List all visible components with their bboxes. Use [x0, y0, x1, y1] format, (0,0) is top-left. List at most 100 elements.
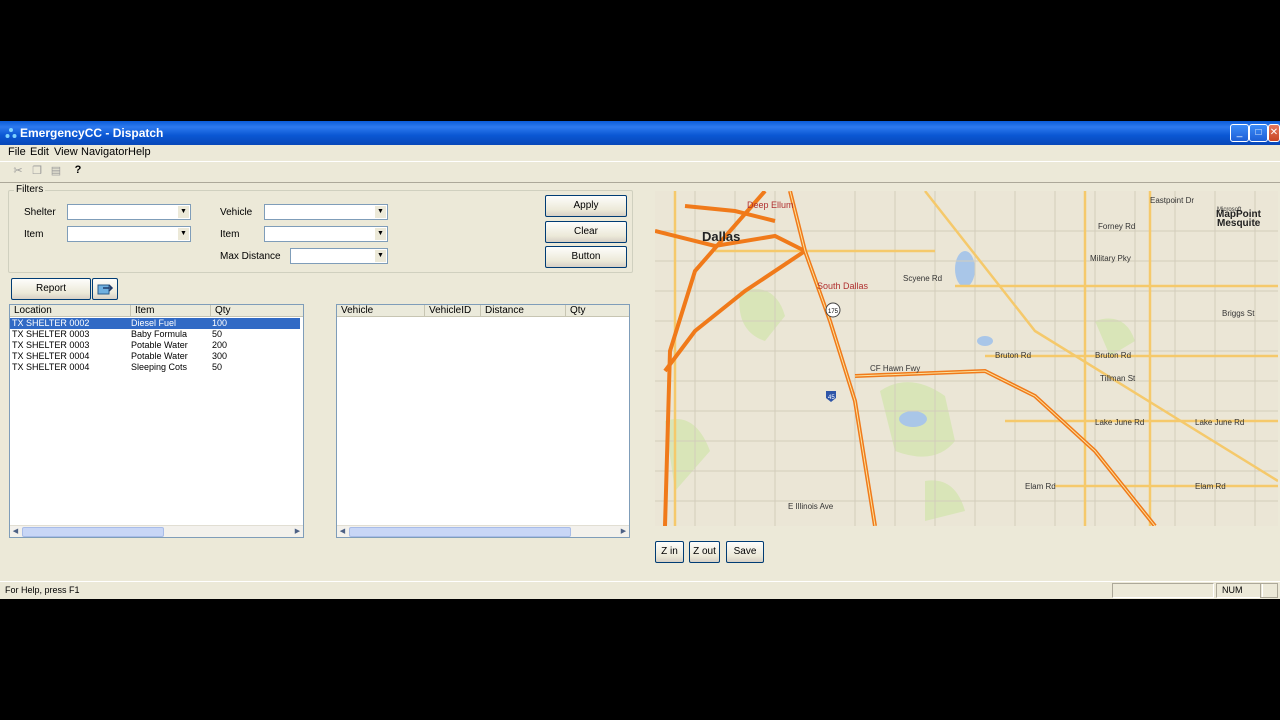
chevron-down-icon[interactable]: ▼ — [178, 228, 189, 240]
map-label-elam: Elam Rd — [1025, 482, 1056, 491]
column-header-distance[interactable]: Distance — [481, 305, 566, 317]
clear-button[interactable]: Clear — [545, 221, 627, 243]
app-window: EmergencyCC - Dispatch _ □ ✕ File Edit V… — [0, 121, 1280, 599]
svg-text:45: 45 — [828, 395, 835, 401]
vehicle-label: Vehicle — [220, 207, 253, 218]
map-label-bruton-2: Bruton Rd — [1095, 351, 1131, 360]
report-button[interactable]: Report — [11, 278, 91, 300]
chevron-down-icon[interactable]: ▼ — [375, 206, 386, 218]
export-icon[interactable] — [92, 278, 118, 300]
vehicle-item-label: Item — [220, 229, 240, 240]
map-label-bruton: Bruton Rd — [995, 351, 1031, 360]
table-row[interactable]: TX SHELTER 0002 Diesel Fuel 100 — [10, 318, 300, 329]
row-qty: 100 — [212, 318, 228, 328]
menu-edit[interactable]: Edit — [30, 146, 49, 158]
close-button[interactable]: ✕ — [1268, 124, 1280, 142]
copy-icon[interactable]: ❐ — [29, 164, 45, 178]
scroll-left-icon[interactable]: ◀ — [10, 526, 21, 537]
max-distance-combo[interactable]: ▼ — [290, 248, 388, 264]
vehicle-combo[interactable]: ▼ — [264, 204, 388, 220]
column-header-qty[interactable]: Qty — [211, 305, 303, 317]
table-row[interactable]: TX SHELTER 0003 Potable Water 200 — [10, 340, 300, 351]
chevron-down-icon[interactable]: ▼ — [178, 206, 189, 218]
shelter-combo[interactable]: ▼ — [67, 204, 191, 220]
menu-view[interactable]: View — [54, 146, 78, 158]
apply-button[interactable]: Apply — [545, 195, 627, 217]
table-row[interactable]: TX SHELTER 0003 Baby Formula 50 — [10, 329, 300, 340]
save-button[interactable]: Save — [726, 541, 764, 563]
map-label-deep-ellum: Deep Ellum — [747, 200, 794, 210]
horizontal-scrollbar[interactable]: ◀ ▶ — [10, 525, 303, 537]
highway-shield: 175 — [825, 302, 841, 318]
app-icon — [5, 127, 17, 139]
map-label-scyene: Scyene Rd — [903, 274, 942, 283]
row-location: TX SHELTER 0003 — [12, 340, 90, 350]
table-row[interactable]: TX SHELTER 0004 Potable Water 300 — [10, 351, 300, 362]
row-item: Potable Water — [131, 351, 188, 361]
status-pane-caps — [1260, 583, 1278, 598]
scroll-thumb[interactable] — [22, 527, 164, 537]
vehicle-item-combo[interactable]: ▼ — [264, 226, 388, 242]
zoom-out-button[interactable]: Z out — [689, 541, 720, 563]
status-pane — [1112, 583, 1214, 598]
item-label: Item — [24, 229, 44, 240]
column-header-location[interactable]: Location — [10, 305, 131, 317]
inventory-list[interactable]: Location Item Qty TX SHELTER 0002 Diesel … — [9, 304, 304, 538]
row-item: Potable Water — [131, 340, 188, 350]
window-title: EmergencyCC - Dispatch — [20, 126, 164, 140]
horizontal-scrollbar[interactable]: ◀ ▶ — [337, 525, 629, 537]
column-header-vehicleid[interactable]: VehicleID — [425, 305, 481, 317]
row-item: Diesel Fuel — [131, 318, 177, 328]
status-help-text: For Help, press F1 — [5, 585, 80, 595]
scroll-right-icon[interactable]: ▶ — [618, 526, 629, 537]
scroll-thumb[interactable] — [349, 527, 571, 537]
maximize-button[interactable]: □ — [1249, 124, 1268, 142]
menu-help[interactable]: Help — [128, 146, 151, 158]
map-label-south-dallas: South Dallas — [817, 281, 869, 291]
num-lock-indicator: NUM — [1216, 583, 1263, 598]
row-qty: 50 — [212, 362, 223, 372]
scroll-left-icon[interactable]: ◀ — [337, 526, 348, 537]
lake — [977, 336, 993, 346]
map-view[interactable]: Dallas Deep Ellum South Dallas Microsoft… — [655, 191, 1278, 526]
minimize-button[interactable]: _ — [1230, 124, 1249, 142]
interstate-shield: 45 — [826, 391, 836, 402]
svg-text:175: 175 — [828, 309, 839, 315]
map-label-lake-june-2: Lake June Rd — [1195, 418, 1244, 427]
map-label-mesquite: Mesquite — [1217, 218, 1261, 229]
map-label-cf-hawn: CF Hawn Fwy — [870, 364, 920, 373]
map-label-elam-2: Elam Rd — [1195, 482, 1226, 491]
table-row[interactable]: TX SHELTER 0004 Sleeping Cots 50 — [10, 362, 300, 373]
chevron-down-icon[interactable]: ▼ — [375, 228, 386, 240]
map-label-lake-june: Lake June Rd — [1095, 418, 1144, 427]
row-location: TX SHELTER 0003 — [12, 329, 90, 339]
menu-file[interactable]: File — [8, 146, 26, 158]
row-location: TX SHELTER 0004 — [12, 362, 90, 372]
title-bar[interactable]: EmergencyCC - Dispatch _ □ ✕ — [0, 121, 1280, 145]
lake — [955, 251, 975, 287]
help-context-icon[interactable]: ? — [70, 164, 86, 178]
scroll-right-icon[interactable]: ▶ — [292, 526, 303, 537]
menu-navigator[interactable]: Navigator — [81, 146, 128, 158]
shelter-label: Shelter — [24, 207, 56, 218]
row-qty: 300 — [212, 351, 228, 361]
generic-button[interactable]: Button — [545, 246, 627, 268]
item-combo[interactable]: ▼ — [67, 226, 191, 242]
map-label-illinois: E Illinois Ave — [788, 502, 834, 511]
paste-icon[interactable]: ▤ — [48, 164, 64, 178]
row-item: Baby Formula — [131, 329, 188, 339]
row-qty: 50 — [212, 329, 223, 339]
column-header-item[interactable]: Item — [131, 305, 211, 317]
cut-icon[interactable]: ✂ — [10, 164, 26, 178]
column-header-vehicle-qty[interactable]: Qty — [566, 305, 629, 317]
zoom-in-button[interactable]: Z in — [655, 541, 684, 563]
max-distance-label: Max Distance — [220, 251, 281, 262]
lake — [899, 411, 927, 427]
column-header-vehicle[interactable]: Vehicle — [337, 305, 425, 317]
chevron-down-icon[interactable]: ▼ — [375, 250, 386, 262]
row-location: TX SHELTER 0004 — [12, 351, 90, 361]
vehicle-list[interactable]: Vehicle VehicleID Distance Qty ◀ ▶ — [336, 304, 630, 538]
row-location: TX SHELTER 0002 — [12, 318, 90, 328]
row-item: Sleeping Cots — [131, 362, 188, 372]
map-label-briggs: Briggs St — [1222, 309, 1255, 318]
